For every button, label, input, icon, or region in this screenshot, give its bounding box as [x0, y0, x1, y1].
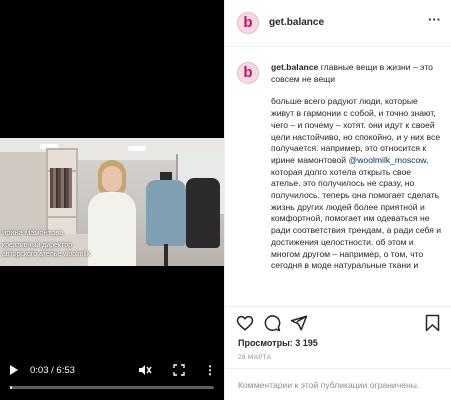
header-username[interactable]: get.balance [269, 17, 324, 28]
bookmark-icon[interactable] [424, 314, 441, 332]
video-player[interactable]: ирина мамонтова креативный директор авто… [0, 0, 224, 400]
mannequin-blue-jacket [146, 180, 186, 246]
comment-icon[interactable] [263, 314, 281, 332]
video-progress-bar[interactable] [10, 386, 214, 389]
person-face [102, 166, 122, 192]
video-more-icon[interactable]: ⋮ [204, 361, 216, 379]
actions-divider [225, 306, 451, 307]
mannequin-black-dress [186, 178, 220, 248]
video-controls: 0:03 / 6:53 ⋮ [0, 360, 224, 400]
video-caption-role: креативный директор авторского ателье wo… [2, 242, 91, 258]
header-avatar[interactable]: b [237, 12, 259, 34]
caption-body: больше всего радуют люди, которые живут … [271, 96, 443, 272]
caption-body-after: , которая долго хотела открыть свое ател… [271, 154, 442, 271]
mannequin-stand [164, 244, 168, 266]
fullscreen-icon[interactable] [173, 364, 185, 376]
avatar-letter: b [243, 64, 253, 81]
caption-avatar[interactable]: b [237, 62, 259, 84]
video-time: 0:03 / 6:53 [30, 365, 75, 376]
more-icon[interactable]: ··· [428, 12, 441, 27]
mention-link[interactable]: @woolmilk_moscow [348, 155, 426, 165]
comments-limited-notice: Комментарии к этой публикации ограничены… [238, 380, 420, 390]
video-progress-fill [10, 386, 12, 389]
heart-icon[interactable] [236, 314, 254, 332]
play-icon[interactable] [10, 365, 18, 375]
share-icon[interactable] [290, 314, 308, 332]
avatar-letter: b [243, 14, 253, 31]
scene-clothes [50, 168, 72, 208]
post-caption: get.balance главные вещи в жизни – это с… [271, 62, 443, 302]
views-count[interactable]: Просмотры: 3 195 [238, 338, 318, 348]
scene-light [128, 146, 146, 151]
post-date[interactable]: 28 МАРТА [238, 354, 271, 361]
post-panel: b get.balance ··· b get.balance главные … [224, 0, 451, 400]
video-caption-name: ирина мамонтова [2, 228, 64, 237]
caption-first-paragraph: get.balance главные вещи в жизни – это с… [271, 62, 443, 85]
caption-username[interactable]: get.balance [271, 62, 318, 72]
header-divider [225, 46, 451, 47]
comments-divider [225, 368, 451, 369]
mute-icon[interactable] [138, 364, 152, 376]
